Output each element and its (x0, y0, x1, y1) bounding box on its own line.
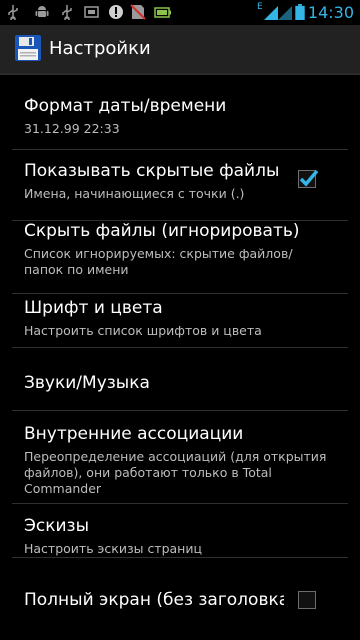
pref-title: Эскизы (24, 516, 89, 536)
pref-summary: Имена, начинающиеся с точки (.) (24, 186, 245, 201)
signal-icon (278, 6, 292, 20)
pref-title: Полный экран (без заголовка (24, 590, 284, 610)
usb-icon (62, 5, 72, 20)
pref-internal-associations[interactable]: Внутренние ассоциации Переопределение ас… (0, 411, 360, 506)
floppy-disk-icon[interactable] (14, 34, 42, 62)
show-hidden-files-checkbox[interactable] (298, 169, 319, 188)
action-bar: Настройки (0, 25, 360, 75)
checkmark-icon (299, 169, 319, 187)
pref-title: Звуки/Музыка (24, 373, 150, 393)
pref-show-hidden-files[interactable]: Показывать скрытые файлы Имена, начинающ… (0, 150, 360, 220)
usb-icon (8, 5, 18, 20)
no-sim-icon (130, 4, 146, 20)
info-icon (109, 5, 123, 19)
battery-icon (295, 4, 305, 20)
pref-title: Формат даты/времени (24, 96, 227, 116)
screenshot-icon (84, 6, 99, 18)
pref-title: Шрифт и цвета (24, 298, 163, 318)
fullscreen-checkbox[interactable] (298, 591, 316, 609)
status-time: 14:30 (307, 3, 354, 22)
pref-title: Внутренние ассоциации (24, 424, 244, 444)
pref-summary: Список игнорируемых: скрытие файлов/ пап… (24, 246, 293, 277)
pref-summary: Настроить список шрифтов и цвета (24, 323, 262, 338)
pref-summary: 31.12.99 22:33 (24, 121, 120, 136)
pref-summary: Настроить эскизы страниц (24, 541, 202, 556)
pref-fullscreen[interactable]: Полный экран (без заголовка (0, 558, 360, 638)
pref-summary: Переопределение ассоциаций (для открытия… (24, 449, 327, 496)
pref-sounds-music[interactable]: Звуки/Музыка (0, 348, 360, 408)
pref-title: Скрыть файлы (игнорировать) (24, 221, 300, 241)
battery-full-icon (154, 7, 171, 18)
page-title: Настройки (49, 38, 151, 59)
status-bar: E 14:30 (0, 0, 360, 25)
pref-date-time-format[interactable]: Формат даты/времени 31.12.99 22:33 (0, 75, 360, 149)
pref-font-and-colors[interactable]: Шрифт и цвета Настроить список шрифтов и… (0, 294, 360, 354)
pref-thumbnails[interactable]: Эскизы Настроить эскизы страниц (0, 504, 360, 564)
android-debug-icon (35, 6, 49, 17)
pref-title: Показывать скрытые файлы (24, 161, 280, 181)
pref-hide-files[interactable]: Скрыть файлы (игнорировать) Список игнор… (0, 221, 360, 291)
